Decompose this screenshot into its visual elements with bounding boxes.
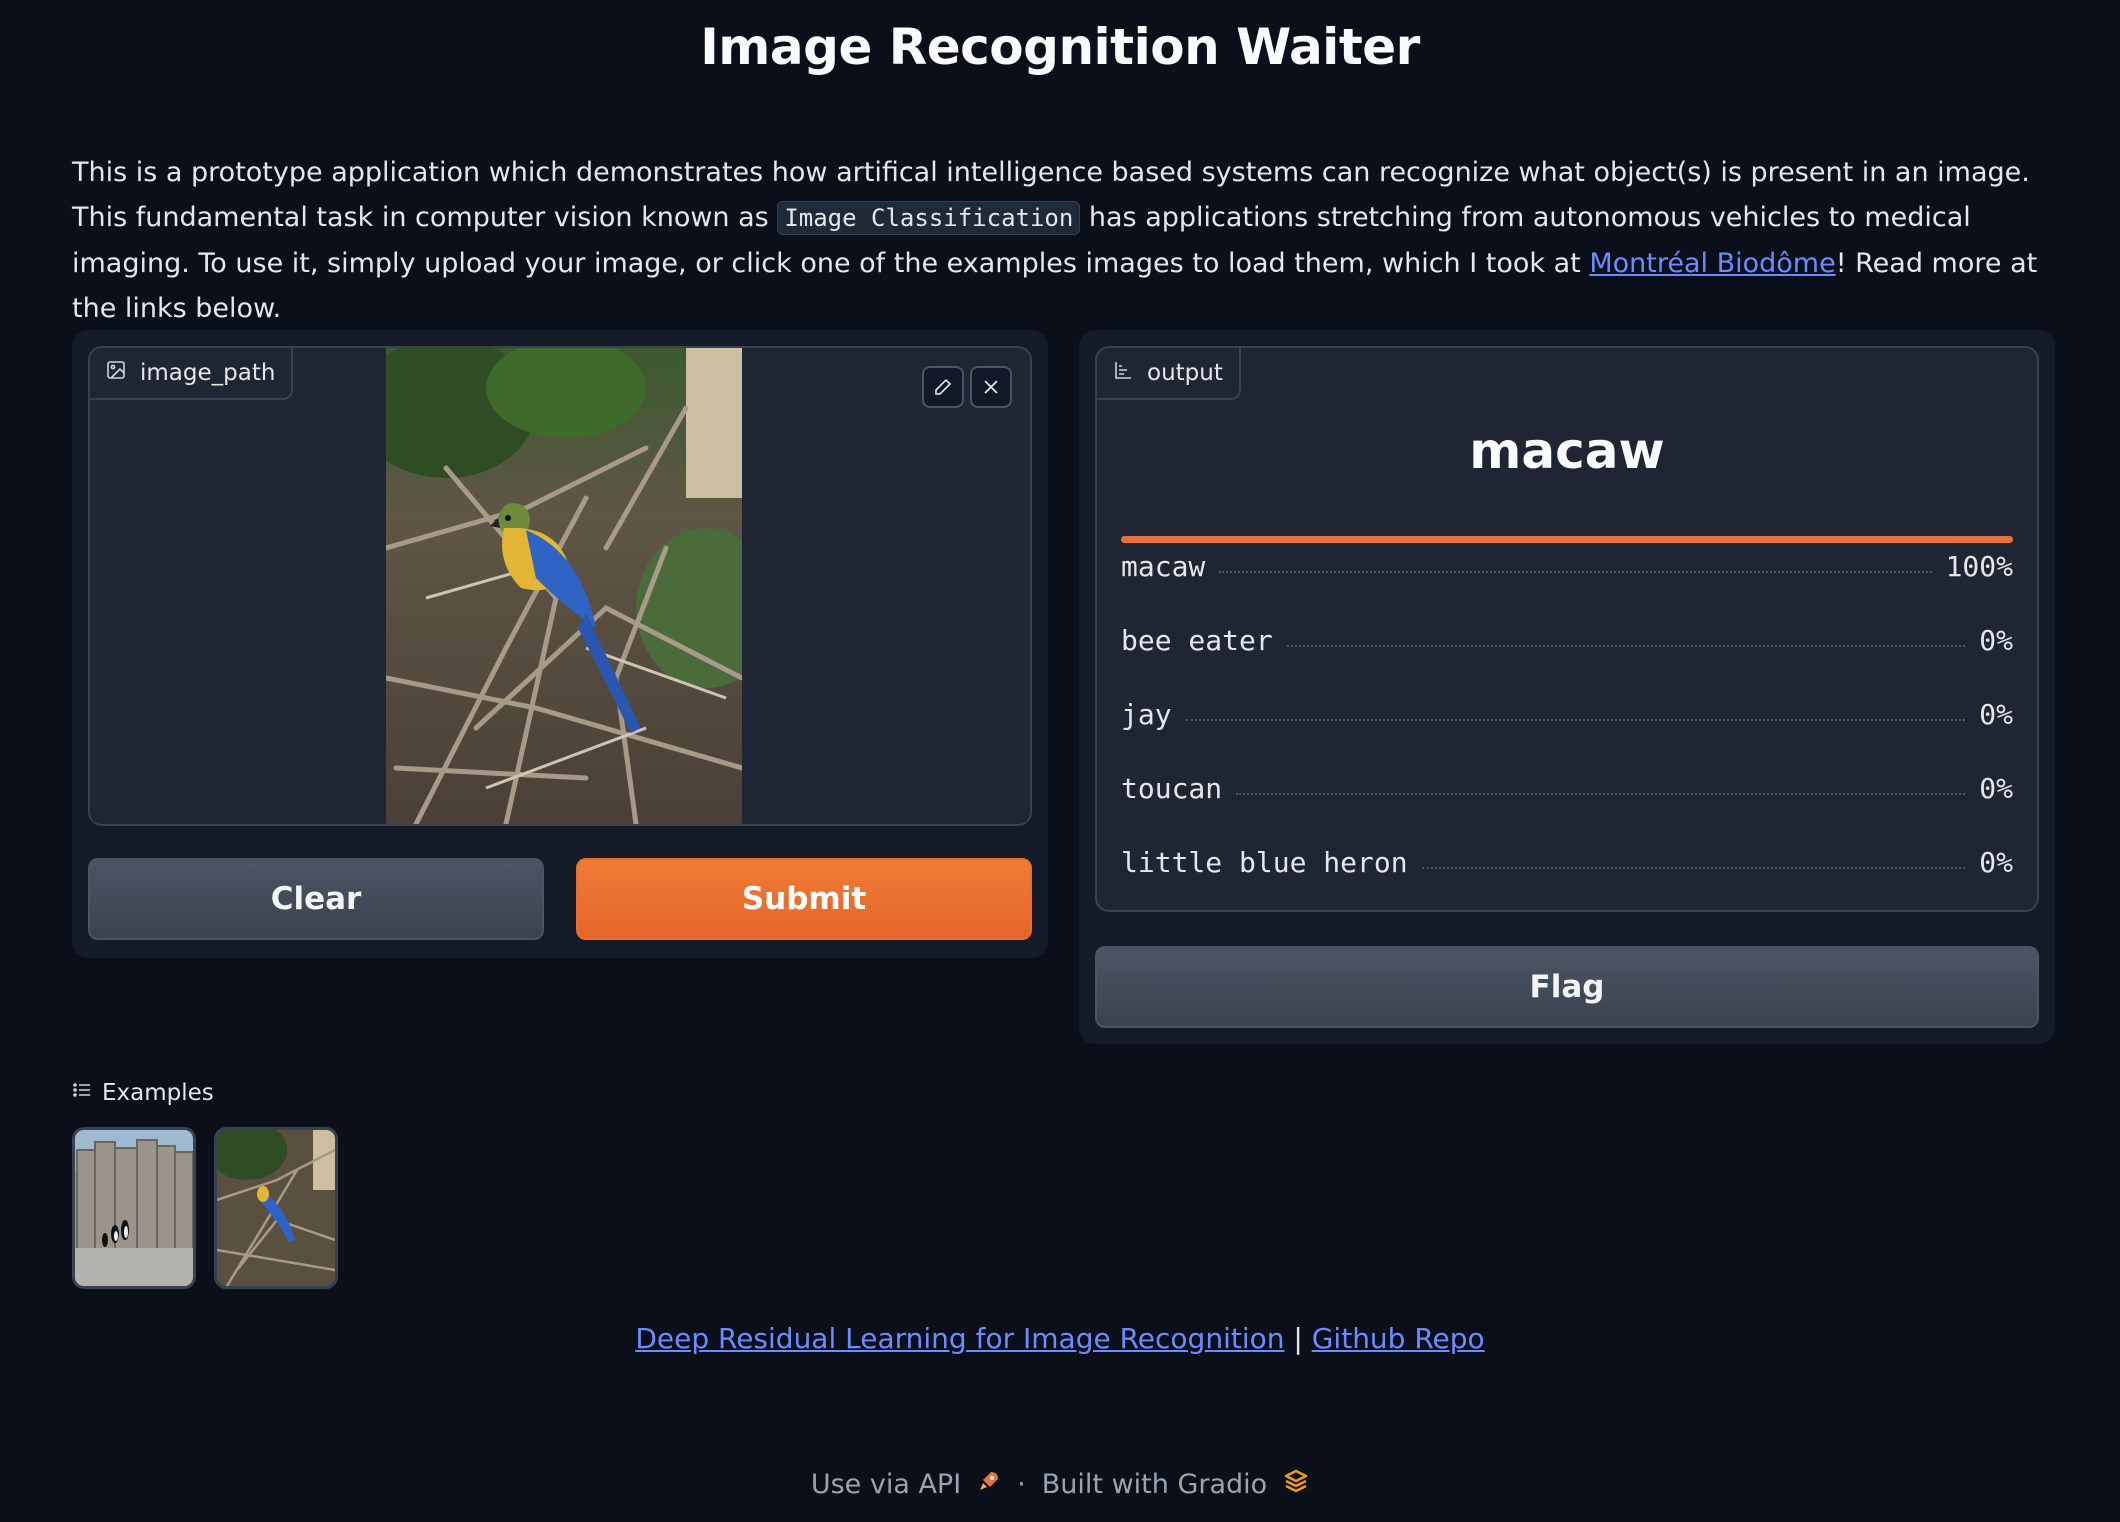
submit-button[interactable]: Submit xyxy=(576,858,1032,940)
output-label-tag: output xyxy=(1097,348,1241,400)
confidence-label: macaw xyxy=(1121,549,1206,583)
biodome-link[interactable]: Montréal Biodôme xyxy=(1589,248,1835,279)
pencil-icon xyxy=(935,378,952,395)
output-panel: output macaw macaw 100% bee eater 0% jay… xyxy=(1079,330,2055,1044)
rocket-icon xyxy=(977,1469,1001,1500)
confidence-row: bee eater 0% xyxy=(1121,620,2013,660)
remove-image-button[interactable] xyxy=(970,366,1012,408)
output-label: output xyxy=(1147,360,1223,386)
dotted-leader xyxy=(1236,793,1966,795)
input-panel: image_path Clear Submit xyxy=(72,330,1048,958)
footer-dot: · xyxy=(1017,1469,1026,1500)
gradio-link[interactable]: Built with Gradio xyxy=(1042,1469,1267,1500)
list-icon xyxy=(72,1080,92,1106)
examples-header: Examples xyxy=(72,1080,214,1106)
confidence-row: little blue heron 0% xyxy=(1121,842,2013,882)
example-penguins[interactable] xyxy=(72,1127,196,1289)
bar-chart-icon xyxy=(1113,360,1133,386)
api-link[interactable]: Use via API xyxy=(811,1469,961,1500)
output-label-box: output macaw macaw 100% bee eater 0% jay… xyxy=(1095,346,2039,912)
description-code: Image Classification xyxy=(777,201,1081,235)
confidence-value: 0% xyxy=(1979,623,2013,657)
repo-link[interactable]: Github Repo xyxy=(1312,1322,1485,1355)
confidence-bar-fill xyxy=(1121,536,2013,543)
clear-button[interactable]: Clear xyxy=(88,858,544,940)
confidence-label: toucan xyxy=(1121,771,1223,805)
macaw-thumbnail xyxy=(217,1130,335,1286)
confidence-value: 100% xyxy=(1945,549,2013,583)
image-icon xyxy=(106,360,126,386)
confidence-row: jay 0% xyxy=(1121,694,2013,734)
description: This is a prototype application which de… xyxy=(72,150,2062,331)
confidence-label: bee eater xyxy=(1121,623,1273,657)
examples-label: Examples xyxy=(102,1080,214,1106)
flag-button[interactable]: Flag xyxy=(1095,946,2039,1028)
image-input-label-tag: image_path xyxy=(90,348,294,400)
dotted-leader xyxy=(1185,719,1966,721)
reference-links: Deep Residual Learning for Image Recogni… xyxy=(0,1322,2120,1355)
uploaded-image xyxy=(386,348,742,824)
confidence-row: macaw 100% xyxy=(1121,546,2013,586)
gradio-logo-icon xyxy=(1283,1468,1309,1501)
confidence-bar xyxy=(1121,536,2013,543)
confidence-value: 0% xyxy=(1979,845,2013,879)
image-input-label: image_path xyxy=(140,360,276,386)
confidence-value: 0% xyxy=(1979,697,2013,731)
example-macaw[interactable] xyxy=(214,1127,338,1289)
page-title: Image Recognition Waiter xyxy=(700,18,1420,76)
dotted-leader xyxy=(1286,645,1966,647)
dotted-leader xyxy=(1219,571,1932,573)
confidence-value: 0% xyxy=(1979,771,2013,805)
link-separator: | xyxy=(1293,1322,1303,1355)
image-input[interactable]: image_path xyxy=(88,346,1032,826)
paper-link[interactable]: Deep Residual Learning for Image Recogni… xyxy=(635,1322,1284,1355)
confidence-label: little blue heron xyxy=(1121,845,1408,879)
confidence-row: toucan 0% xyxy=(1121,768,2013,808)
predicted-label: macaw xyxy=(1469,422,1665,480)
edit-button[interactable] xyxy=(922,366,964,408)
penguins-thumbnail xyxy=(75,1130,193,1286)
dotted-leader xyxy=(1421,867,1966,869)
close-icon xyxy=(984,380,998,394)
confidence-label: jay xyxy=(1121,697,1172,731)
footer: Use via API · Built with Gradio xyxy=(0,1468,2120,1501)
